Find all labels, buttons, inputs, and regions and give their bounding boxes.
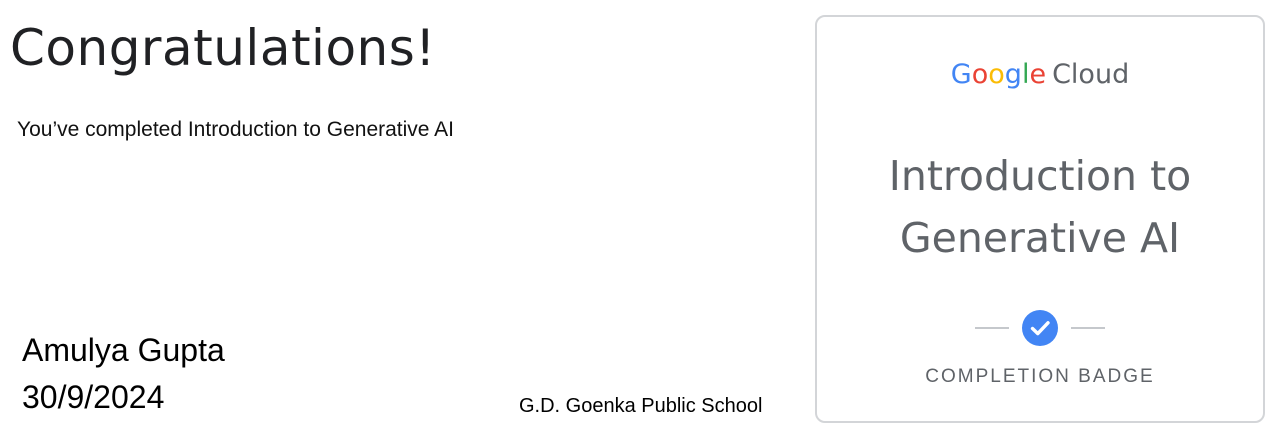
badge-title-line-2: Generative AI <box>899 214 1181 262</box>
school-name: G.D. Goenka Public School <box>519 395 763 417</box>
right-rule <box>1071 327 1105 329</box>
recipient-name: Amulya Gupta <box>22 332 225 368</box>
course-completed-text: You’ve completed Introduction to Generat… <box>17 118 455 141</box>
google-letter: G <box>950 59 972 90</box>
cloud-wordmark: Cloud <box>1052 59 1130 90</box>
badge-check-row <box>817 310 1263 346</box>
badge-caption: COMPLETION BADGE <box>925 366 1155 387</box>
google-cloud-logo: Google Cloud <box>817 57 1263 93</box>
completion-badge-card: Google Cloud Introduction to Generative A… <box>815 15 1265 423</box>
check-circle-icon <box>1022 310 1058 346</box>
google-letter: o <box>988 59 1005 90</box>
badge-title-line-1: Introduction to <box>888 152 1192 200</box>
google-letter: e <box>1029 59 1047 90</box>
page-heading: Congratulations! <box>10 19 436 77</box>
badge-course-title: Introduction to Generative AI <box>817 145 1263 269</box>
google-letter: g <box>1004 59 1022 90</box>
completion-date: 30/9/2024 <box>22 379 165 415</box>
check-circle-fill <box>1022 310 1058 346</box>
left-rule <box>975 327 1009 329</box>
google-letter: o <box>971 59 989 90</box>
google-wordmark: Google <box>951 59 1046 90</box>
